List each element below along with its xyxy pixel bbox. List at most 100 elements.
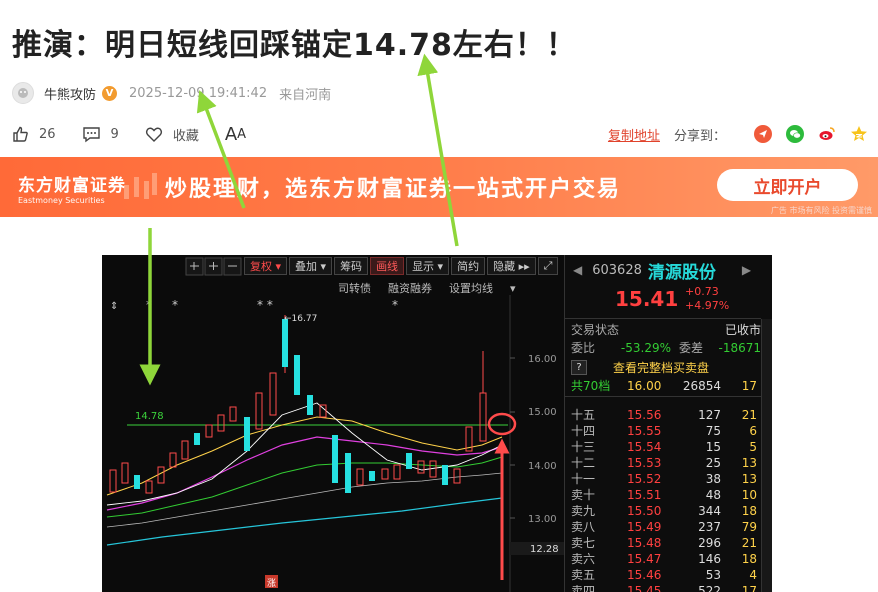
orderbook-row: 十四 15.55 75 6 (571, 423, 757, 439)
ob-label: 十二 (571, 456, 596, 470)
orderbook-row: 卖七 15.48 296 21 (571, 535, 757, 551)
display-label: 显示 (412, 260, 435, 273)
ob-price: 15.54 (627, 439, 662, 454)
status-label: 交易状态 (571, 323, 620, 337)
total-levels-row: 共70档 16.00 26854 17 (571, 378, 757, 394)
ob-price: 15.49 (627, 519, 662, 534)
ob-diff: 5 (749, 439, 757, 454)
verified-badge-icon: V (102, 85, 118, 101)
author-name[interactable]: 牛熊攻防 (44, 84, 96, 103)
total-levels-label: 共70档 (571, 379, 611, 393)
change-percent: +4.97% (685, 299, 730, 312)
y-tick-current: 12.28 (530, 544, 559, 555)
qzone-share-icon[interactable] (850, 125, 868, 143)
full-book-row[interactable]: ? 查看完整档买卖盘 (571, 359, 761, 376)
trade-status-row: 交易状态 已收市 (571, 321, 761, 338)
overlay-button[interactable]: 叠加 ▾ (289, 257, 333, 275)
ob-label: 十五 (571, 408, 596, 422)
y-tick-13: 13.00 (528, 514, 557, 525)
convertible-bond-link[interactable]: 司转债 (338, 280, 371, 296)
margin-link[interactable]: 融资融券 (388, 280, 432, 296)
weibo-share-icon[interactable] (818, 125, 836, 143)
orderbook-row: 卖六 15.47 146 18 (571, 551, 757, 567)
favorite-button[interactable]: 收藏 (145, 125, 199, 144)
ob-volume: 237 (698, 519, 721, 534)
article-title: 推演：明日短线回踩锚定14.78左右！！ (12, 28, 577, 63)
event-marker: * (146, 298, 152, 312)
copy-link[interactable]: 复制地址 (608, 125, 660, 144)
weibi-value: -53.29% (620, 340, 671, 355)
favorite-label: 收藏 (172, 128, 199, 144)
ob-price: 15.48 (627, 535, 662, 550)
change-value: +0.73 (685, 285, 719, 298)
next-stock-icon[interactable]: ▶ (742, 263, 751, 277)
y-tick-14: 14.00 (528, 461, 557, 472)
ob-diff: 21 (741, 535, 757, 550)
total-price: 16.00 (627, 378, 662, 393)
ob-label: 卖九 (571, 504, 596, 518)
wechat-share-icon[interactable] (786, 125, 804, 143)
logo-en: Eastmoney Securities (18, 196, 105, 205)
broker-logo: 东方财富证券 Eastmoney Securities (18, 171, 126, 205)
quote-header: ◀ 603628 清源股份 ▶ (565, 255, 772, 285)
ob-label: 卖五 (571, 568, 596, 582)
ob-price: 15.53 (627, 455, 662, 470)
ob-volume: 344 (698, 503, 721, 518)
thumbs-up-icon (13, 126, 28, 142)
event-marker: * (172, 298, 178, 312)
logo-cn: 东方财富证券 (18, 176, 126, 196)
open-account-button[interactable]: 立即开户 (717, 169, 858, 201)
publish-time: 2025-12-09 19:41:42 (129, 85, 268, 101)
avatar[interactable] (12, 82, 34, 104)
prev-stock-icon[interactable]: ◀ (573, 263, 582, 277)
ob-diff: 6 (749, 423, 757, 438)
ob-price: 15.55 (627, 423, 662, 438)
ob-price: 15.50 (627, 503, 662, 518)
ob-diff: 13 (741, 455, 757, 470)
ob-label: 十四 (571, 424, 596, 438)
ob-volume: 127 (698, 407, 721, 422)
ob-diff: 4 (749, 567, 757, 582)
orderbook-row: 十五 15.56 127 21 (571, 407, 757, 423)
share-label: 分享到： (673, 128, 726, 144)
stock-code: 603628 (592, 262, 642, 278)
ob-volume: 48 (705, 487, 721, 502)
heart-icon (145, 127, 162, 142)
font-size-large-label: A (224, 123, 238, 145)
candlestick-decor-icon (124, 173, 157, 199)
weicha-value: -18671 (718, 340, 761, 355)
chart-toolbar: 复权 ▾ 叠加 ▾ 筹码 画线 显示 ▾ 简约 隐藏 ▸▸ ⤢ (182, 257, 560, 275)
simple-button[interactable]: 简约 (451, 257, 486, 275)
help-icon[interactable]: ? (571, 360, 587, 375)
ma-settings-label: 设置均线 (449, 282, 493, 295)
like-button[interactable]: 26 (12, 126, 56, 143)
toutiao-share-icon[interactable] (754, 125, 772, 143)
ad-banner[interactable]: 东方财富证券 Eastmoney Securities 炒股理财，选东方财富证券… (0, 157, 878, 217)
comment-button[interactable]: 9 (82, 126, 119, 143)
orderbook-row: 卖八 15.49 237 79 (571, 519, 757, 535)
ob-diff: 13 (741, 471, 757, 486)
hide-button[interactable]: 隐藏 ▸▸ (487, 257, 536, 275)
orderbook-row: 卖十 15.51 48 10 (571, 487, 757, 503)
display-button[interactable]: 显示 ▾ (406, 257, 450, 275)
ma-settings-link[interactable]: 设置均线 ▾ (449, 280, 516, 296)
ob-diff: 21 (741, 407, 757, 422)
quote-panel: ◀ 603628 清源股份 ▶ 15.41 +0.73 +4.97% 交易状态 … (564, 255, 772, 592)
ob-diff: 79 (741, 519, 757, 534)
quote-side-strip (761, 319, 772, 592)
limit-up-marker: 涨 (267, 578, 276, 589)
adjust-button[interactable]: 复权 ▾ (244, 257, 288, 275)
peak-price-label: ←16.77 (284, 314, 317, 324)
expand-icon[interactable]: ⤢ (537, 257, 559, 275)
font-size-button[interactable]: AA (225, 124, 246, 145)
share-area: 复制地址 分享到： (608, 125, 868, 144)
ob-label: 卖七 (571, 536, 596, 550)
ob-volume: 25 (705, 455, 721, 470)
draw-line-button[interactable]: 画线 (370, 257, 405, 275)
ob-volume: 38 (705, 471, 721, 486)
orderbook-row: 卖四 15.45 522 17 (571, 583, 757, 592)
chips-button[interactable]: 筹码 (334, 257, 369, 275)
full-book-link[interactable]: 查看完整档买卖盘 (613, 359, 709, 376)
ob-price: 15.56 (627, 407, 662, 422)
y-tick-15: 15.00 (528, 407, 557, 418)
